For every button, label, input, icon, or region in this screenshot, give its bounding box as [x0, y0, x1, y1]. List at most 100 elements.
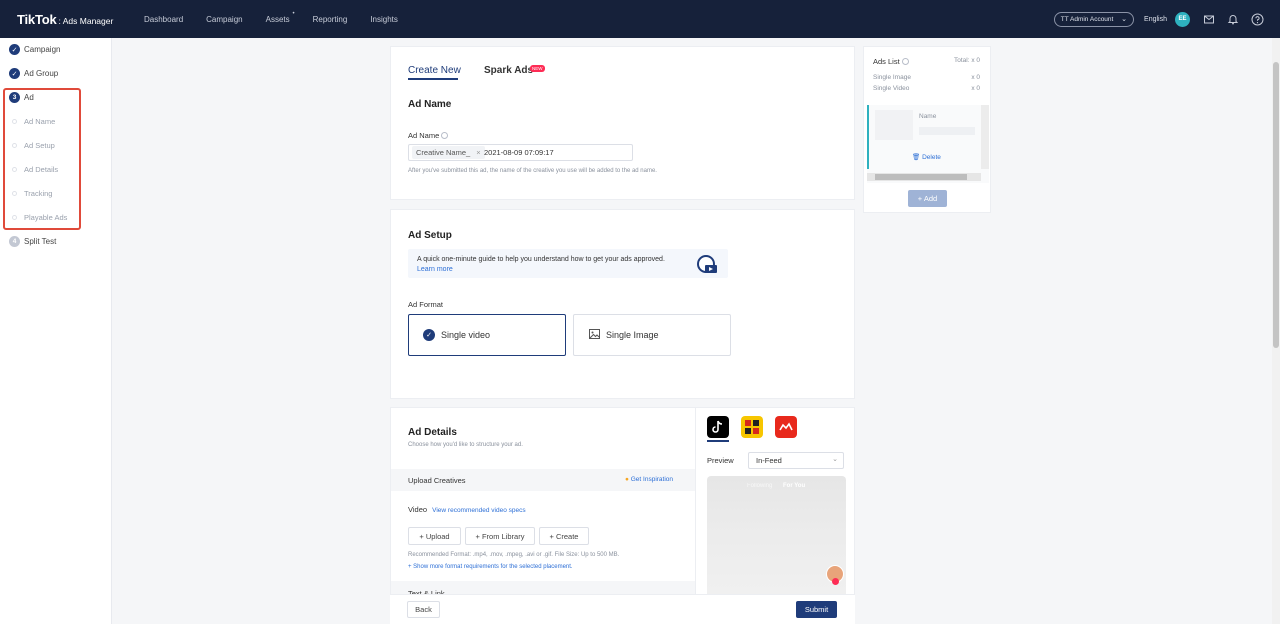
upload-button[interactable]: + Upload: [408, 527, 461, 545]
top-right-controls: TT Admin Account  ⌄ English EE: [1054, 0, 1264, 38]
sub-step-label: Ad Details: [24, 165, 58, 174]
footer-action-bar: Back Submit: [390, 594, 855, 624]
get-inspiration-link[interactable]: ● Get Inspiration: [625, 476, 673, 483]
ad-details-subtitle: Choose how you'd like to structure your …: [408, 442, 523, 448]
single-video-count: x 0: [971, 85, 980, 92]
guide-text: A quick one-minute guide to help you und…: [417, 256, 665, 263]
pangle-app-icon[interactable]: [775, 416, 797, 438]
nav-dashboard[interactable]: Dashboard: [144, 15, 183, 24]
step-dot-icon: [12, 215, 17, 220]
bell-icon[interactable]: [1226, 12, 1240, 26]
nav-insights[interactable]: Insights: [370, 15, 398, 24]
back-button[interactable]: Back: [407, 601, 440, 618]
follow-plus-icon: [832, 578, 839, 585]
mail-icon[interactable]: [1202, 12, 1216, 26]
sub-step-ad-setup[interactable]: Ad Setup: [12, 141, 55, 150]
image-icon: [589, 329, 600, 341]
step-ad-group[interactable]: ✓ Ad Group: [9, 68, 58, 79]
new-badge: NEW: [530, 65, 545, 72]
ad-name-title: Ad Name: [408, 99, 451, 110]
ad-details-title: Ad Details: [408, 427, 457, 438]
topbuzz-app-icon[interactable]: [741, 416, 763, 438]
format-single-image[interactable]: Single Image: [573, 314, 731, 356]
vertical-scrollbar[interactable]: [981, 105, 989, 169]
tiktok-app-icon[interactable]: [707, 416, 729, 438]
sub-step-playable-ads[interactable]: Playable Ads: [12, 213, 67, 222]
help-icon[interactable]: [1250, 12, 1264, 26]
tab-create-new[interactable]: Create New: [408, 65, 461, 76]
check-circle-icon: ✓: [9, 44, 20, 55]
check-circle-icon: ✓: [423, 329, 435, 341]
step-ad[interactable]: 3 Ad: [9, 92, 34, 103]
learn-more-link[interactable]: Learn more: [417, 266, 453, 273]
main-nav: Dashboard Campaign Assets • Reporting Ins…: [144, 15, 421, 24]
ad-setup-title: Ad Setup: [408, 230, 452, 241]
chevron-down-icon: ⌄: [1121, 15, 1127, 23]
preview-placement-select[interactable]: In-Feed ⌄: [748, 452, 844, 469]
get-inspiration-label: Get Inspiration: [631, 476, 673, 483]
chevron-down-icon: ⌄: [832, 455, 838, 463]
preview-label: Preview: [707, 456, 734, 465]
chip-label: Creative Name_: [416, 148, 470, 157]
page-scrollbar-thumb[interactable]: [1273, 62, 1279, 348]
language-selector[interactable]: English: [1144, 16, 1167, 23]
logo-text: TikTok: [17, 12, 57, 27]
ad-name-input[interactable]: Creative Name_ × 2021-08-09 07:09:17: [408, 144, 633, 161]
scrollbar-thumb[interactable]: [875, 174, 967, 180]
step-dot-icon: [12, 191, 17, 196]
ad-name-field-label: Ad Name: [408, 131, 448, 140]
recommended-format-text: Recommended Format: .mp4, .mov, .mpeg, .…: [408, 552, 619, 558]
video-label: Video View recommended video specs: [408, 505, 526, 514]
submit-button[interactable]: Submit: [796, 601, 837, 618]
nav-assets[interactable]: Assets •: [266, 15, 290, 24]
ad-list-item[interactable]: Name 🗑 Delete: [867, 105, 989, 183]
show-more-requirements-link[interactable]: + Show more format requirements for the …: [408, 564, 573, 570]
ad-name-value: 2021-08-09 07:09:17: [484, 148, 554, 157]
from-library-button[interactable]: + From Library: [465, 527, 535, 545]
name-placeholder-bar: [919, 127, 975, 135]
nav-campaign[interactable]: Campaign: [206, 15, 242, 24]
horizontal-scrollbar[interactable]: [867, 173, 981, 181]
video-guide-icon[interactable]: [696, 254, 718, 276]
close-icon[interactable]: ×: [476, 148, 480, 157]
sub-step-tracking[interactable]: Tracking: [12, 189, 52, 198]
steps-sidebar: ✓ Campaign ✓ Ad Group 3 Ad Ad Name Ad Se…: [0, 38, 112, 624]
nav-reporting[interactable]: Reporting: [313, 15, 348, 24]
sub-step-ad-name[interactable]: Ad Name: [12, 117, 55, 126]
upload-creatives-header: Upload Creatives ● Get Inspiration: [391, 469, 695, 491]
upload-creatives-label: Upload Creatives: [408, 476, 466, 485]
creative-name-chip: Creative Name_ ×: [412, 146, 485, 159]
video-specs-link[interactable]: View recommended video specs: [432, 507, 525, 514]
single-image-count: x 0: [971, 74, 980, 81]
ad-format-label: Ad Format: [408, 300, 443, 309]
format-single-video[interactable]: ✓ Single video: [408, 314, 566, 356]
top-navigation-bar: TikTok : Ads Manager Dashboard Campaign …: [0, 0, 1280, 38]
ad-name-hint: After you've submitted this ad, the name…: [408, 168, 657, 174]
step-number-badge: 3: [9, 92, 20, 103]
tiktok-ads-manager-logo[interactable]: TikTok : Ads Manager: [17, 12, 127, 27]
account-selector[interactable]: TT Admin Account  ⌄: [1054, 12, 1134, 27]
sub-step-label: Ad Name: [24, 117, 55, 126]
trash-icon: 🗑: [912, 154, 920, 161]
tab-spark-ads[interactable]: Spark Ads: [484, 65, 533, 76]
active-tab-indicator: [408, 78, 458, 80]
add-ad-button[interactable]: + Add: [908, 190, 947, 207]
step-label: Ad: [24, 93, 34, 102]
info-icon[interactable]: [902, 58, 909, 65]
sub-step-ad-details[interactable]: Ad Details: [12, 165, 58, 174]
delete-ad-button[interactable]: 🗑 Delete: [912, 153, 941, 161]
avatar[interactable]: EE: [1175, 12, 1190, 27]
info-icon[interactable]: [441, 132, 448, 139]
create-button[interactable]: + Create: [539, 527, 589, 545]
step-split-test[interactable]: 4 Split Test: [9, 236, 56, 247]
account-name: TT Admin Account : [1061, 15, 1115, 23]
step-campaign[interactable]: ✓ Campaign: [9, 44, 60, 55]
page-scrollbar[interactable]: [1272, 38, 1280, 624]
single-video-label: Single Video: [873, 85, 909, 92]
ads-list-title-text: Ads List: [873, 57, 900, 66]
step-dot-icon: [12, 143, 17, 148]
preview-select-value: In-Feed: [756, 456, 782, 465]
for-you-tab: For You: [783, 483, 805, 489]
ads-total: Total: x 0: [954, 57, 980, 64]
step-label: Split Test: [24, 237, 56, 246]
